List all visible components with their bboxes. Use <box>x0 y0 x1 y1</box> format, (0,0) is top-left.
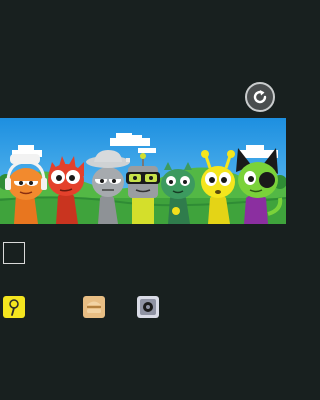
beats-sound-tile[interactable] <box>3 296 25 318</box>
speaker-icon <box>140 299 156 315</box>
microphone-icon <box>9 299 19 316</box>
character-stage <box>0 118 286 224</box>
effects-sound-tile[interactable] <box>83 296 105 318</box>
reset-button[interactable] <box>245 82 275 112</box>
empty-drop-slot[interactable] <box>3 242 25 264</box>
burger-icon <box>87 301 101 313</box>
reset-icon <box>253 90 267 104</box>
melodies-sound-tile[interactable] <box>137 296 159 318</box>
stage-scene <box>0 118 286 224</box>
